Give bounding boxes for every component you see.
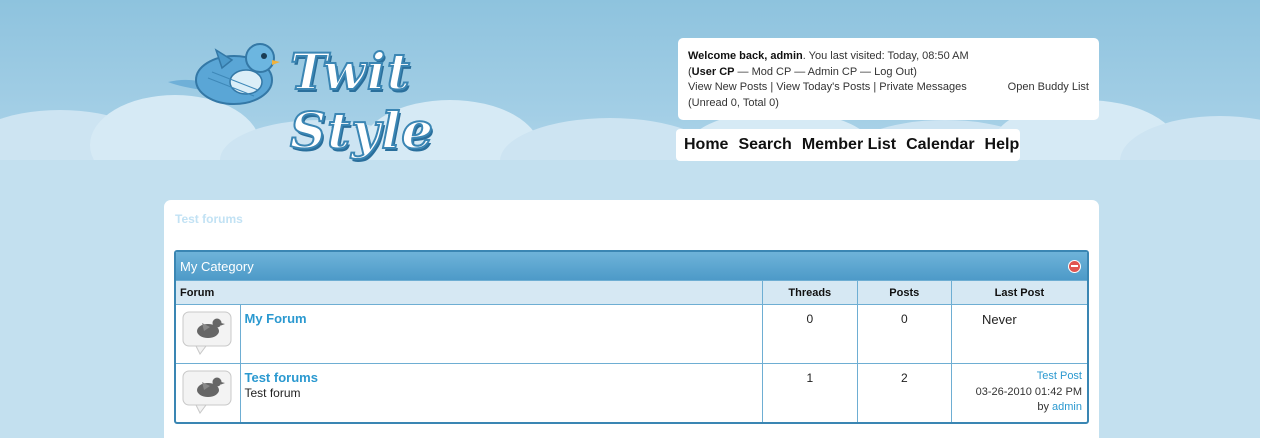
mod-cp-link[interactable]: Mod CP [752, 66, 792, 78]
separator: — [791, 65, 808, 78]
forum-name-cell: Test forums Test forum [240, 363, 763, 422]
category-table: My Category Forum Threads Posts Last Pos… [174, 250, 1089, 424]
open-buddy-list-link[interactable]: Open Buddy List [1008, 80, 1089, 96]
last-post-by: by [1037, 401, 1049, 413]
category-header: My Category [176, 252, 1087, 280]
separator: — [856, 65, 875, 78]
menu-member-list[interactable]: Member List [802, 136, 896, 154]
main-menu: Home Search Member List Calendar Help [676, 129, 1020, 161]
column-header-forum: Forum [176, 280, 763, 305]
separator: — [734, 65, 752, 78]
column-header-posts: Posts [857, 280, 952, 305]
menu-search[interactable]: Search [738, 136, 791, 154]
welcome-panel: Welcome back, admin. You last visited: T… [678, 38, 1099, 120]
forum-name-cell: My Forum [240, 304, 763, 364]
pm-counts: (Unread 0, Total 0) [688, 96, 779, 109]
posts-count: 2 [857, 363, 952, 422]
column-header-last-post: Last Post [951, 280, 1087, 305]
column-header-threads: Threads [762, 280, 858, 305]
page-edge [1260, 0, 1266, 438]
welcome-greeting: Welcome back, admin [688, 50, 803, 62]
bird-icon [168, 43, 280, 105]
last-post-user-link[interactable]: admin [1052, 401, 1082, 413]
forum-icon-cell [176, 363, 241, 422]
last-post-title-link[interactable]: Test Post [1037, 370, 1082, 382]
threads-count: 0 [762, 304, 858, 364]
forum-status-bubble-icon [182, 370, 232, 414]
posts-count: 0 [857, 304, 952, 364]
logo-text: Twit Style [289, 41, 435, 161]
forum-list: Forum Threads Posts Last Post My Forum 0… [176, 280, 1087, 422]
private-messages-link[interactable]: Private Messages [879, 81, 966, 93]
last-visit-text: . You last visited: Today, 08:50 AM [802, 50, 969, 62]
forum-link-test-forums[interactable]: Test forums [245, 370, 758, 385]
pipe-separator: | [767, 81, 777, 93]
menu-home[interactable]: Home [684, 136, 728, 154]
log-out-link[interactable]: Log Out [874, 66, 913, 78]
admin-cp-link[interactable]: Admin CP [808, 66, 857, 78]
table-row: Test forums Test forum 1 2 Test Post 03-… [176, 363, 1087, 422]
threads-count: 1 [762, 363, 858, 422]
last-post-date: 03-26-2010 01:42 PM [975, 385, 1082, 398]
forum-description: Test forum [244, 386, 301, 400]
forum-link-my-forum[interactable]: My Forum [245, 311, 758, 326]
menu-calendar[interactable]: Calendar [906, 136, 974, 154]
view-todays-posts-link[interactable]: View Today's Posts [776, 81, 870, 93]
table-row: My Forum 0 0 Never [176, 304, 1087, 364]
view-new-posts-link[interactable]: View New Posts [688, 81, 767, 93]
last-post-never: Never [982, 312, 1017, 327]
user-cp-link[interactable]: User CP [692, 66, 735, 78]
main-content: Test forums My Category Forum Threads Po… [164, 200, 1099, 438]
last-post-cell: Never [951, 304, 1087, 364]
forum-status-bubble-icon [182, 311, 232, 355]
pipe-separator: | [870, 81, 880, 93]
menu-help[interactable]: Help [985, 136, 1020, 154]
last-post-cell: Test Post 03-26-2010 01:42 PM by admin [951, 363, 1087, 422]
breadcrumb[interactable]: Test forums [175, 212, 243, 226]
category-title[interactable]: My Category [180, 259, 254, 274]
forum-icon-cell [176, 304, 241, 364]
site-logo[interactable]: Twit Style [164, 38, 524, 161]
collapse-icon[interactable] [1068, 259, 1081, 273]
